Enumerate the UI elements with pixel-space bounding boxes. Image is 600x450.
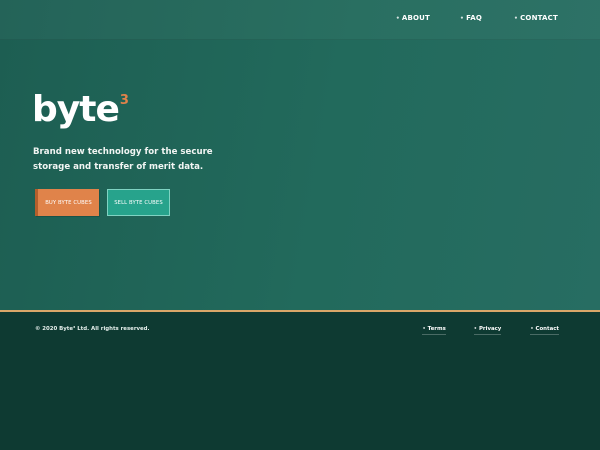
bullet-icon: • [422,326,426,332]
footer-link-label: Contact [535,326,559,332]
page-footer: © 2020 Byte³ Ltd. All rights reserved. •… [0,312,600,450]
nav-link-label: FAQ [466,14,483,22]
nav-link-about[interactable]: • ABOUT [396,14,430,22]
bullet-icon: • [460,14,465,22]
footer-link-contact[interactable]: • Contact [530,326,559,335]
hero-tagline: Brand new technology for the secure stor… [33,147,213,172]
footer-links: • Terms • Privacy • Contact [422,326,559,335]
footer-link-privacy[interactable]: • Privacy [473,326,502,335]
nav-link-label: CONTACT [520,14,558,22]
button-label: BUY BYTE CUBES [45,199,92,206]
sell-byte-cubes-button[interactable]: SELL BYTE CUBES [107,189,170,216]
bullet-icon: • [514,14,519,22]
nav-link-faq[interactable]: • FAQ [460,14,482,22]
footer-link-label: Privacy [478,326,502,332]
brand-logo: byte3 [32,92,129,128]
hero-section: • ABOUT • FAQ • CONTACT byte3 Brand new … [0,0,600,310]
buy-byte-cubes-button[interactable]: BUY BYTE CUBES [35,189,99,216]
nav-link-contact[interactable]: • CONTACT [514,14,558,22]
footer-link-terms[interactable]: • Terms [422,326,446,335]
copyright-text: © 2020 Byte³ Ltd. All rights reserved. [35,326,150,332]
nav-link-label: ABOUT [401,14,431,22]
bullet-icon: • [530,326,534,332]
footer-link-label: Terms [427,326,446,332]
logo-superscript: 3 [119,93,129,108]
logo-text: byte [32,89,120,130]
button-label: SELL BYTE CUBES [114,199,163,206]
bullet-icon: • [473,326,477,332]
bullet-icon: • [395,14,400,22]
top-navigation-bar: • ABOUT • FAQ • CONTACT [0,0,600,40]
main-nav: • ABOUT • FAQ • CONTACT [396,14,558,22]
